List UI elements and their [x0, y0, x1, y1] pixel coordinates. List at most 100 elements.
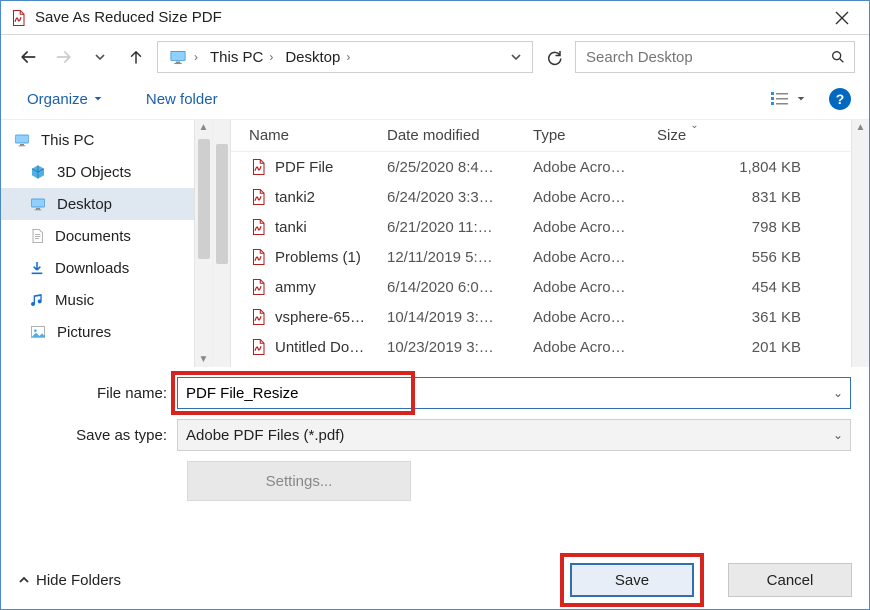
list-scrollbar[interactable]: ▲ [851, 120, 869, 367]
file-size: 831 KB [647, 189, 851, 206]
pdf-file-icon [249, 338, 267, 356]
col-size[interactable]: Size⌄ [647, 127, 851, 144]
thispc-icon [13, 132, 31, 148]
col-name[interactable]: Name [231, 127, 377, 144]
col-type[interactable]: Type [523, 127, 647, 144]
arrow-right-icon [54, 47, 74, 67]
window-title: Save As Reduced Size PDF [35, 9, 819, 26]
col-date[interactable]: Date modified [377, 127, 523, 144]
pdf-file-icon [249, 308, 267, 326]
scroll-thumb[interactable] [216, 144, 228, 264]
path-seg-label: This PC [210, 49, 263, 66]
new-folder-button[interactable]: New folder [146, 91, 218, 108]
file-name: vsphere-65… [275, 309, 365, 326]
file-type: Adobe Acro… [523, 189, 647, 206]
sidebar-scrollbar[interactable]: ▲ ▼ [194, 120, 212, 367]
file-type: Adobe Acro… [523, 309, 647, 326]
search-input[interactable] [584, 48, 830, 67]
view-details-icon [771, 91, 791, 107]
scroll-up-icon[interactable]: ▲ [856, 120, 866, 135]
file-name: Problems (1) [275, 249, 361, 266]
sidebar-item-documents[interactable]: Documents [1, 220, 194, 252]
path-seg-thispc[interactable]: This PC › [204, 42, 279, 72]
view-options-button[interactable] [771, 91, 805, 107]
save-button[interactable]: Save [570, 563, 694, 597]
nav-row: › This PC › Desktop › [1, 35, 869, 79]
cancel-button[interactable]: Cancel [728, 563, 852, 597]
file-row[interactable]: tanki26/24/2020 3:3…Adobe Acro…831 KB [231, 182, 851, 212]
scroll-down-icon[interactable]: ▼ [199, 352, 209, 367]
nav-forward-button[interactable] [49, 42, 79, 72]
arrow-left-icon [18, 47, 38, 67]
sidebar-item-thispc[interactable]: This PC [1, 124, 194, 156]
sidebar-item-label: Downloads [55, 260, 129, 277]
pictures-icon [29, 324, 47, 340]
saveastype-value: Adobe PDF Files (*.pdf) [186, 427, 344, 444]
file-date: 6/25/2020 8:4… [377, 159, 523, 176]
settings-button: Settings... [187, 461, 411, 501]
hide-folders-toggle[interactable]: Hide Folders [18, 572, 121, 589]
filename-label: File name: [19, 385, 177, 402]
arrow-up-icon [127, 48, 145, 66]
pdf-file-icon [249, 188, 267, 206]
col-label: Size [657, 127, 686, 144]
sidebar-item-downloads[interactable]: Downloads [1, 252, 194, 284]
sidebar-item-label: Music [55, 292, 94, 309]
form-area: File name: ⌄ Save as type: Adobe PDF Fil… [1, 367, 869, 501]
desktop-icon [29, 196, 47, 212]
file-date: 6/14/2020 6:0… [377, 279, 523, 296]
filename-input[interactable] [177, 377, 851, 409]
path-dropdown-button[interactable] [504, 42, 528, 72]
path-seg-desktop[interactable]: Desktop › [279, 42, 356, 72]
refresh-button[interactable] [539, 42, 569, 72]
path-root-icon[interactable]: › [162, 42, 204, 72]
hide-folders-label: Hide Folders [36, 572, 121, 589]
sidebar-item-label: Pictures [57, 324, 111, 341]
downloads-icon [29, 259, 45, 277]
help-button[interactable]: ? [829, 88, 851, 110]
path-seg-label: Desktop [285, 49, 340, 66]
organize-menu[interactable]: Organize [27, 91, 102, 108]
refresh-icon [545, 48, 563, 66]
list-left-scrollbar[interactable] [213, 120, 231, 367]
file-name: tanki [275, 219, 307, 236]
file-row[interactable]: PDF File6/25/2020 8:4…Adobe Acro…1,804 K… [231, 152, 851, 182]
sidebar-item-pictures[interactable]: Pictures [1, 316, 194, 348]
sidebar-item-3dobjects[interactable]: 3D Objects [1, 156, 194, 188]
scroll-thumb[interactable] [198, 139, 210, 259]
chevron-up-icon [18, 574, 30, 586]
file-row[interactable]: Problems (1)12/11/2019 5:…Adobe Acro…556… [231, 242, 851, 272]
caret-down-icon [797, 95, 805, 103]
file-name: ammy [275, 279, 316, 296]
file-date: 6/24/2020 3:3… [377, 189, 523, 206]
saveastype-dropdown[interactable]: Adobe PDF Files (*.pdf) [177, 419, 851, 451]
file-size: 454 KB [647, 279, 851, 296]
file-size: 201 KB [647, 339, 851, 356]
chevron-right-icon: › [194, 50, 198, 64]
pdf-file-icon [249, 248, 267, 266]
scroll-up-icon[interactable]: ▲ [199, 120, 209, 135]
file-type: Adobe Acro… [523, 219, 647, 236]
file-row[interactable]: ammy6/14/2020 6:0…Adobe Acro…454 KB [231, 272, 851, 302]
toolbar: Organize New folder ? [1, 79, 869, 119]
col-label: Name [249, 127, 289, 144]
file-row[interactable]: Untitled Do…10/23/2019 3:…Adobe Acro…201… [231, 332, 851, 362]
chevron-down-icon [510, 51, 522, 63]
search-box[interactable] [575, 41, 855, 73]
pdf-file-icon [249, 278, 267, 296]
file-row[interactable]: vsphere-65…10/14/2019 3:…Adobe Acro…361 … [231, 302, 851, 332]
sidebar-item-desktop[interactable]: Desktop [1, 188, 194, 220]
file-date: 12/11/2019 5:… [377, 249, 523, 266]
chevron-right-icon: › [346, 50, 350, 64]
close-icon [835, 11, 849, 25]
sidebar-item-label: This PC [41, 132, 94, 149]
nav-history-dropdown[interactable] [85, 42, 115, 72]
file-type: Adobe Acro… [523, 249, 647, 266]
file-row[interactable]: tanki6/21/2020 11:…Adobe Acro…798 KB [231, 212, 851, 242]
path-box[interactable]: › This PC › Desktop › [157, 41, 533, 73]
sidebar-item-music[interactable]: Music [1, 284, 194, 316]
nav-back-button[interactable] [13, 42, 43, 72]
file-name: Untitled Do… [275, 339, 364, 356]
close-button[interactable] [819, 1, 865, 35]
nav-up-button[interactable] [121, 42, 151, 72]
